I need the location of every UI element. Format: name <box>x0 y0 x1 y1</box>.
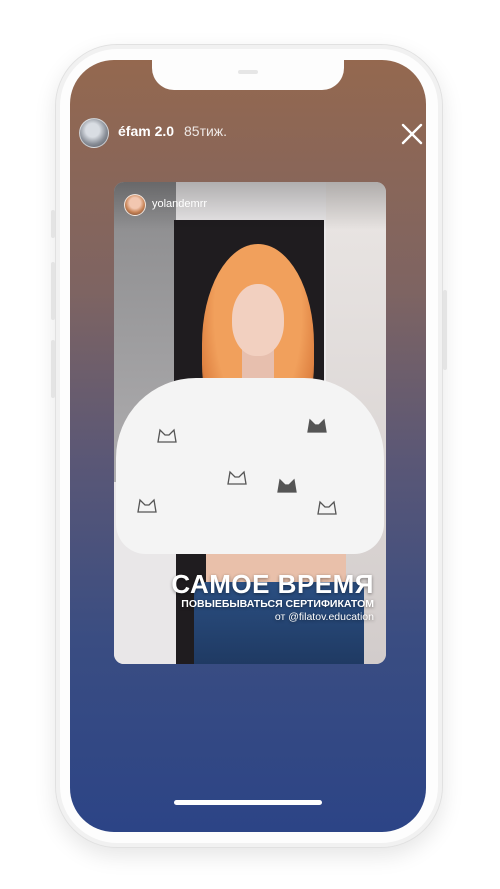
caption-mention[interactable]: от @filatov.education <box>171 611 374 624</box>
caption-title: САМОЕ ВРЕМЯ <box>171 569 374 599</box>
cat-print-icon <box>157 428 177 443</box>
volume-up-button <box>51 262 55 320</box>
story-username[interactable]: éfam 2.0 <box>118 123 174 139</box>
story-timestamp: 85тиж. <box>184 123 228 139</box>
cat-print-icon <box>307 418 327 433</box>
power-button <box>443 290 447 370</box>
speaker-grille <box>238 70 258 74</box>
story-screen[interactable]: éfam 2.0 85тиж. yolandemrr САМОЕ ВРЕМЯ П… <box>70 60 426 832</box>
home-indicator[interactable] <box>174 800 322 805</box>
post-caption: САМОЕ ВРЕМЯ ПОВЫЕБЫВАТЬСЯ СЕРТИФИКАТОМ о… <box>171 570 374 624</box>
cat-print-icon <box>227 470 247 485</box>
reshared-post-card[interactable]: yolandemrr САМОЕ ВРЕМЯ ПОВЫЕБЫВАТЬСЯ СЕР… <box>114 182 386 664</box>
cat-print-icon <box>137 498 157 513</box>
caption-subtitle: ПОВЫЕБЫВАТЬСЯ СЕРТИФИКАТОМ <box>181 598 374 610</box>
cat-print-icon <box>317 500 337 515</box>
close-icon[interactable] <box>400 122 424 146</box>
cat-print-icon <box>277 478 297 493</box>
volume-down-button <box>51 340 55 398</box>
reshared-author-avatar[interactable] <box>124 194 146 216</box>
person-sweater <box>116 378 384 554</box>
notch <box>152 60 344 90</box>
mute-switch <box>51 210 55 238</box>
story-author-avatar[interactable] <box>79 118 109 148</box>
reshared-username[interactable]: yolandemrr <box>152 198 207 210</box>
person-face <box>232 284 284 356</box>
